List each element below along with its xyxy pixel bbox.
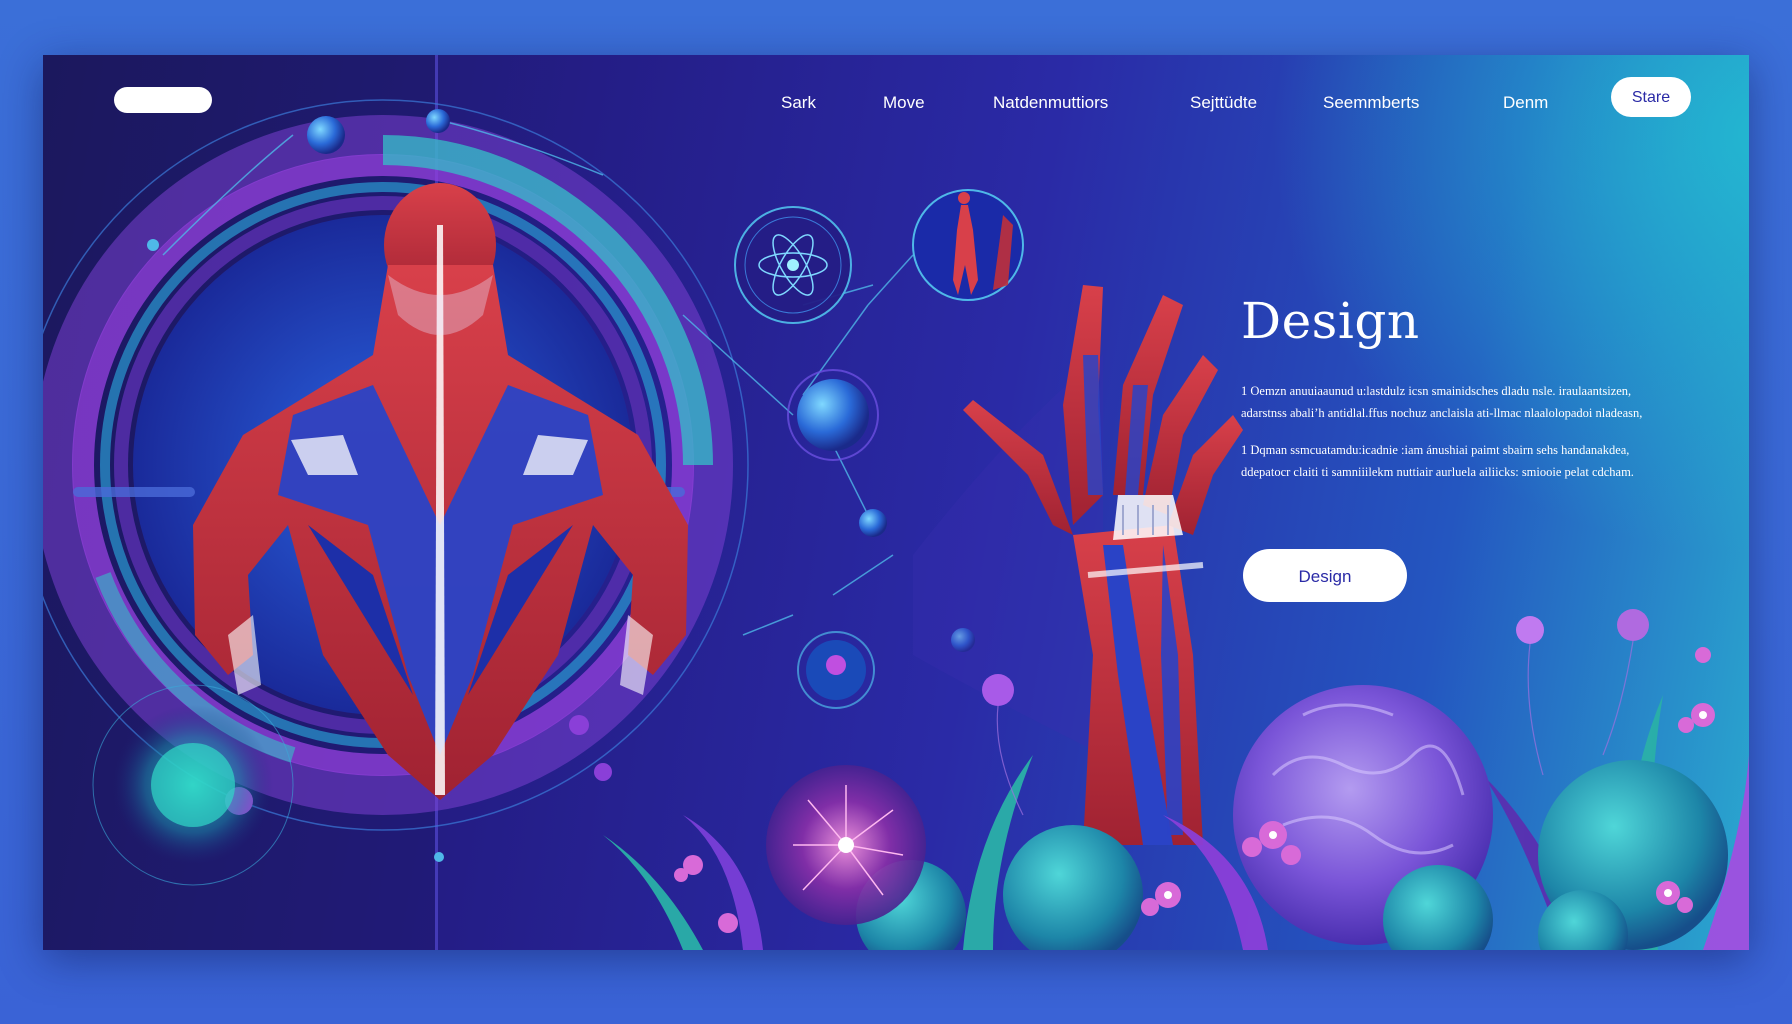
nav-item-sejttudte[interactable]: Sejttüdte [1190, 83, 1257, 123]
design-cta-button[interactable]: Design [1243, 549, 1407, 602]
anatomy-illustration [43, 55, 1749, 950]
top-nav: Sark Move Natdenmuttiors Sejttüdte Seemm… [43, 83, 1749, 123]
nav-item-sark[interactable]: Sark [781, 83, 816, 123]
paragraph-2-line-2: ddepatocr claiti ti samniiilekm nuttiair… [1241, 465, 1634, 479]
nav-item-seemmberts[interactable]: Seemmberts [1323, 83, 1419, 123]
hero-title: Design [1241, 292, 1420, 350]
share-button[interactable]: Stare [1611, 77, 1691, 117]
nav-item-denm[interactable]: Denm [1503, 83, 1548, 123]
hero-paragraph-1: 1 Oemzn anuuiaaunud u:lastdulz icsn smai… [1241, 380, 1721, 424]
nav-item-natdenmuttiors[interactable]: Natdenmuttiors [993, 83, 1108, 123]
paragraph-1-line-1: 1 Oemzn anuuiaaunud u:lastdulz icsn smai… [1241, 384, 1632, 398]
paragraph-2-line-1: 1 Dqman ssmcuatamdu:icadnie :iam ánushia… [1241, 443, 1630, 457]
dandelion-orb-icon [766, 765, 926, 925]
hero-paragraph-2: 1 Dqman ssmcuatamdu:icadnie :iam ánushia… [1241, 439, 1721, 483]
atom-icon [734, 206, 852, 324]
hero-banner: Sark Move Natdenmuttiors Sejttüdte Seemm… [43, 55, 1749, 950]
anatomy-bubble-icon [912, 189, 1024, 301]
nav-item-move[interactable]: Move [883, 83, 925, 123]
paragraph-1-line-2: adarstnss abali’h antidlal.ffus nochuz a… [1241, 406, 1643, 420]
